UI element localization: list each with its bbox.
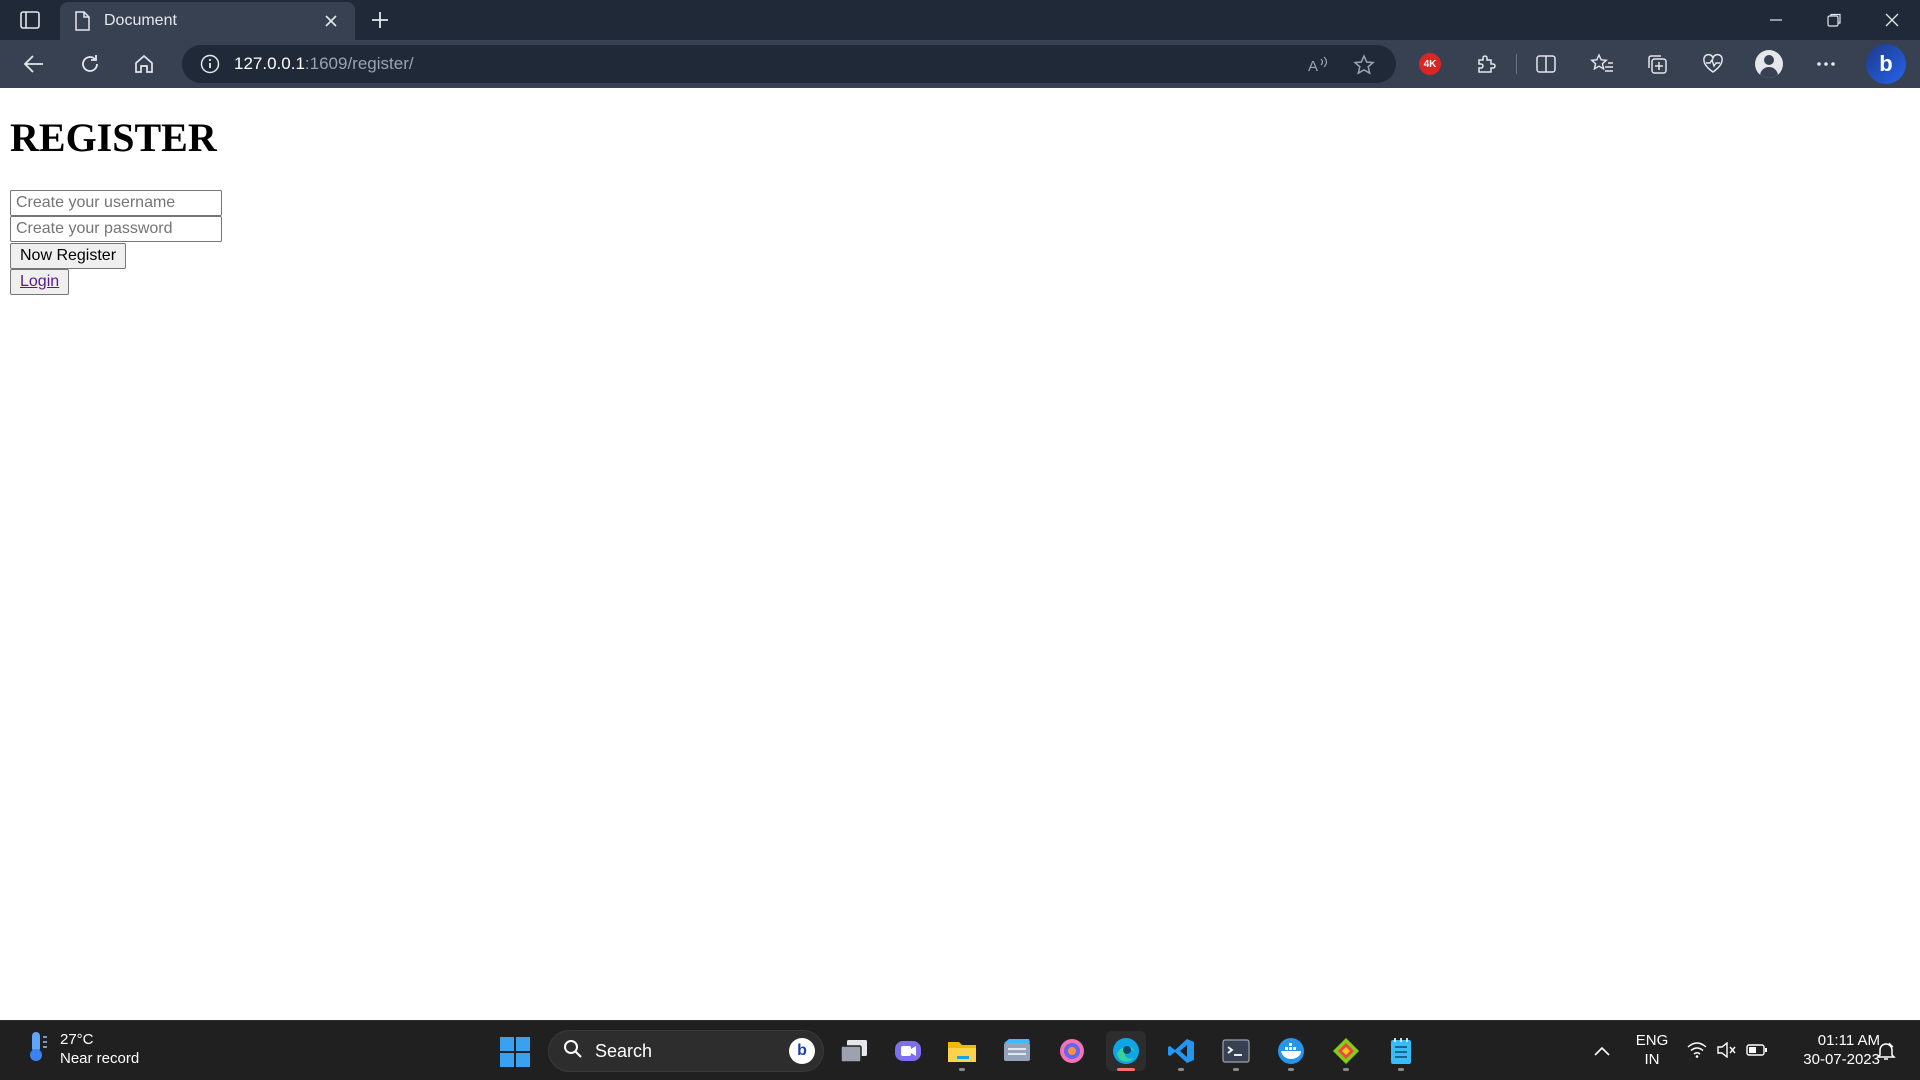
browser-essentials-icon[interactable] [1697, 48, 1729, 80]
taskbar-search[interactable]: Search b [548, 1030, 824, 1072]
browser-tab-bar: Document [0, 0, 1920, 40]
search-icon [563, 1039, 583, 1064]
search-label: Search [595, 1040, 653, 1061]
language-indicator[interactable]: ENG IN [1628, 1031, 1676, 1069]
docker-icon[interactable] [1271, 1031, 1311, 1071]
browser-tab[interactable]: Document [60, 2, 355, 40]
refresh-icon[interactable] [72, 48, 108, 80]
clock-date: 30-07-2023 [1803, 1051, 1880, 1068]
more-options-icon[interactable] [1810, 48, 1842, 80]
chevron-up-icon[interactable] [1590, 1039, 1614, 1063]
thermometer-icon [22, 1029, 50, 1068]
home-icon[interactable] [126, 48, 162, 80]
split-screen-icon[interactable] [1530, 48, 1562, 80]
speaker-muted-icon[interactable] [1716, 1039, 1738, 1061]
register-button[interactable]: Now Register [10, 243, 127, 269]
document-icon [74, 11, 90, 31]
toolbar-separator [1516, 54, 1517, 74]
weather-temp: 27°C [60, 1030, 94, 1048]
svg-text:A: A [1308, 58, 1318, 74]
favorites-icon[interactable] [1586, 48, 1618, 80]
username-input[interactable] [10, 190, 222, 216]
windows-icon[interactable] [500, 1037, 530, 1067]
terminal-icon[interactable] [1216, 1031, 1256, 1071]
language-code: ENG [1635, 1032, 1669, 1049]
url-text: 127.0.0.1:1609/register/ [234, 54, 414, 74]
windows-taskbar: 27°C Near record Search b ENG IN 01:11 A… [0, 1020, 1920, 1080]
profile-icon [1755, 50, 1783, 78]
vscode-icon[interactable] [1161, 1031, 1201, 1071]
extensions-puzzle-icon[interactable] [1470, 48, 1502, 80]
teams-icon[interactable] [888, 1031, 928, 1071]
browser-toolbar: 127.0.0.1:1609/register/ A 4K b [0, 40, 1920, 88]
weather-widget[interactable]: 27°C Near record [22, 1029, 139, 1068]
close-tab-icon[interactable] [321, 11, 341, 31]
favorite-star-icon[interactable] [1352, 54, 1376, 76]
bing-icon: b [789, 1038, 815, 1064]
edge-icon[interactable] [1106, 1031, 1146, 1071]
restore-icon[interactable] [1814, 6, 1854, 34]
page-title: REGISTER [10, 115, 217, 160]
wifi-icon[interactable] [1686, 1039, 1708, 1061]
new-tab-icon[interactable] [366, 8, 394, 32]
profile-avatar[interactable] [1753, 48, 1785, 80]
tab-title: Document [104, 12, 177, 29]
bing-chat-icon[interactable]: b [1866, 44, 1906, 84]
collections-icon[interactable] [1641, 48, 1673, 80]
clock-time: 01:11 AM [1817, 1032, 1880, 1049]
login-link[interactable]: Login [20, 273, 59, 291]
extension-4k-icon[interactable]: 4K [1414, 48, 1446, 80]
close-window-icon[interactable] [1872, 6, 1912, 34]
firefox-developer-icon[interactable] [1052, 1031, 1092, 1071]
url-host: 127.0.0.1 [234, 54, 305, 73]
media-player-icon[interactable] [997, 1031, 1037, 1071]
weather-desc: Near record [60, 1049, 140, 1067]
git-client-icon[interactable] [1326, 1031, 1366, 1071]
page-content: REGISTER Now Register Login [0, 88, 1920, 1020]
url-path: :1609/register/ [304, 54, 414, 73]
region-code: IN [1644, 1051, 1660, 1068]
system-clock[interactable]: 01:11 AM 30-07-2023 [1780, 1031, 1880, 1069]
minimize-icon[interactable] [1756, 6, 1796, 34]
notepad-icon[interactable] [1381, 1031, 1421, 1071]
address-bar[interactable]: 127.0.0.1:1609/register/ A [182, 45, 1396, 83]
read-aloud-icon[interactable]: A [1306, 54, 1330, 76]
file-explorer-icon[interactable] [942, 1031, 982, 1071]
battery-icon[interactable] [1746, 1039, 1768, 1061]
notification-bell-icon[interactable] [1874, 1039, 1898, 1063]
task-view-icon[interactable] [834, 1031, 874, 1071]
back-arrow-icon[interactable] [16, 48, 52, 80]
site-info-icon[interactable] [200, 54, 220, 74]
extension-badge: 4K [1419, 53, 1441, 75]
tab-actions-icon[interactable] [14, 8, 46, 32]
password-input[interactable] [10, 216, 222, 242]
login-button[interactable]: Login [10, 269, 70, 295]
